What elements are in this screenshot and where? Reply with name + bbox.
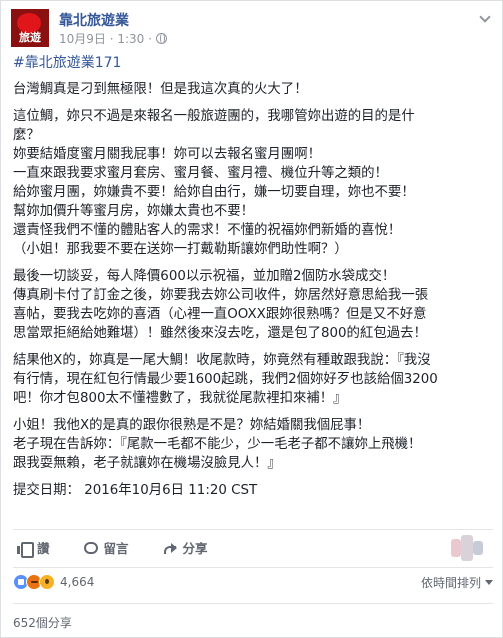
share-icon — [163, 541, 177, 554]
post-text-line: 小姐！我他X的是真的跟你很熟是不是？妳結婚關我個屁事！ — [13, 418, 371, 433]
post-text-line: 結果他X的，妳真是一尾大鯛！收尾款時，妳竟然有種敢跟我說：『我沒 — [13, 353, 431, 368]
post-text-line: 提交日期： 2016年10月6日 11:20 CST — [13, 483, 258, 498]
hashtag-link[interactable]: #靠北旅遊業171 — [13, 54, 493, 73]
post-text-line: 最後一切談妥，每人降價600以示祝福，並加贈2個防水袋成交！ — [13, 269, 396, 284]
post-paragraph: 這位鯛，妳只不過是來報名一般旅遊團的，我哪管妳出遊的目的是什 麼？ 妳要結婚度蜜月關… — [13, 107, 493, 259]
like-button[interactable]: 讚 — [17, 538, 50, 558]
post-text-line: 一直來跟我要求蜜月套房、蜜月餐、蜜月禮、機位升等之類的！ — [13, 166, 388, 181]
comment-label: 留言 — [103, 541, 129, 556]
post-text-line: （小姐！那我要不要在送妳一打戴勒斯讓妳們助性啊？） — [13, 242, 348, 257]
post-paragraph: 提交日期： 2016年10月6日 11:20 CST — [13, 481, 493, 500]
caret-down-icon — [485, 580, 493, 585]
post-text-line: 老子現在告訴妳：『尾款一毛都不能少，少一毛老子都不讓妳上飛機！ — [13, 437, 422, 452]
reaction-icons[interactable] — [13, 573, 55, 590]
action-bar: 讚 留言 分享 — [13, 529, 493, 565]
comment-button[interactable]: 留言 — [83, 538, 129, 557]
share-button[interactable]: 分享 — [163, 538, 208, 557]
post-text-line: 這位鯛，妳只不過是來報名一般旅遊團的，我哪管妳出遊的目的是什 — [13, 109, 415, 124]
page-name-link[interactable]: 靠北旅遊業 — [59, 10, 129, 30]
post-text-line: 妳要結婚度蜜月關我屁事！妳可以去報名蜜月團啊！ — [13, 147, 321, 162]
post-text-line: 思當眾拒絕給她難堪）！雖然後來沒去吃，還是包了800的紅包過去！ — [13, 326, 427, 341]
post-text-line: 吧！你才包800太不懂禮數了，我就從尾款裡扣來補！』 — [13, 391, 347, 406]
like-label: 讚 — [37, 541, 50, 556]
post-text-line: 有行情，現在紅包行情最少要1600起跳，我們2個妳好歹也該給個3200 — [13, 372, 438, 387]
post-text-line: 給妳蜜月團，妳嫌貴不要！給妳自由行，嫌一切要自理，妳也不要！ — [13, 185, 415, 200]
post-body: #靠北旅遊業171 台灣鯛真是刁到無極限！但是我這次真的火大了！ 這位鯛，妳只不過… — [13, 54, 493, 508]
post-text-line: 麼？ — [13, 128, 40, 143]
post-text-line: 還責怪我們不懂的體貼客人的需求！不懂的祝福妳們新婚的喜悅！ — [13, 223, 402, 238]
globe-icon — [155, 33, 167, 44]
post-paragraph: 台灣鯛真是刁到無極限！但是我這次真的火大了！ — [13, 80, 493, 99]
post-paragraph: 最後一切談妥，每人降價600以示祝福，並加贈2個防水袋成交！ 傳真刷卡付了訂金之後… — [13, 267, 493, 343]
post-meta: 10月9日 · 1:30 · — [59, 30, 167, 47]
avatar-text: 旅遊 — [19, 31, 41, 44]
chevron-down-icon[interactable] — [479, 13, 491, 25]
post-text-line: 台灣鯛真是刁到無極限！但是我這次真的火大了！ — [13, 82, 308, 97]
post-card: 旅遊 靠北旅遊業 10月9日 · 1:30 · #靠北旅遊業171 台灣鯛真是刁… — [0, 0, 503, 638]
comment-icon — [83, 541, 98, 554]
post-paragraph: 結果他X的，妳真是一尾大鯛！收尾款時，妳竟然有種敢跟我說：『我沒 有行情，現在紅包… — [13, 351, 493, 408]
sort-dropdown[interactable]: 依時間排列 — [421, 574, 493, 591]
post-text-line: 傳真刷卡付了訂金之後，妳要我去妳公司收件，妳居然好意思給我一張 — [13, 288, 429, 303]
share-count-link[interactable]: 652個分享 — [13, 603, 493, 631]
post-timestamp[interactable]: 10月9日 · 1:30 · — [59, 30, 152, 47]
reaction-count[interactable]: 4,664 — [60, 575, 94, 589]
avatar[interactable]: 旅遊 — [11, 9, 49, 47]
wow-reaction-icon — [39, 573, 55, 590]
post-text: 台灣鯛真是刁到無極限！但是我這次真的火大了！ 這位鯛，妳只不過是來報名一般旅遊團的… — [13, 80, 493, 500]
reactions-bar: 4,664 依時間排列 — [13, 567, 493, 595]
thumbs-up-icon — [17, 541, 34, 558]
blurred-avatar-thumbnail[interactable] — [451, 535, 483, 561]
post-text-line: 跟我耍無賴，老子就讓妳在機場沒臉見人！』 — [13, 456, 281, 471]
post-text-line: 幫妳加價升等蜜月房，妳嫌太貴也不要！ — [13, 204, 255, 219]
post-paragraph: 小姐！我他X的是真的跟你很熟是不是？妳結婚關我個屁事！ 老子現在告訴妳：『尾款一毛… — [13, 416, 493, 473]
post-text-line: 喜帖，要我去吃妳的喜酒（心裡一直OOXX跟妳很熟嗎？但是又不好意 — [13, 307, 427, 322]
sort-label: 依時間排列 — [420, 576, 481, 590]
share-label: 分享 — [182, 541, 208, 556]
post-header: 旅遊 靠北旅遊業 10月9日 · 1:30 · — [11, 9, 491, 47]
